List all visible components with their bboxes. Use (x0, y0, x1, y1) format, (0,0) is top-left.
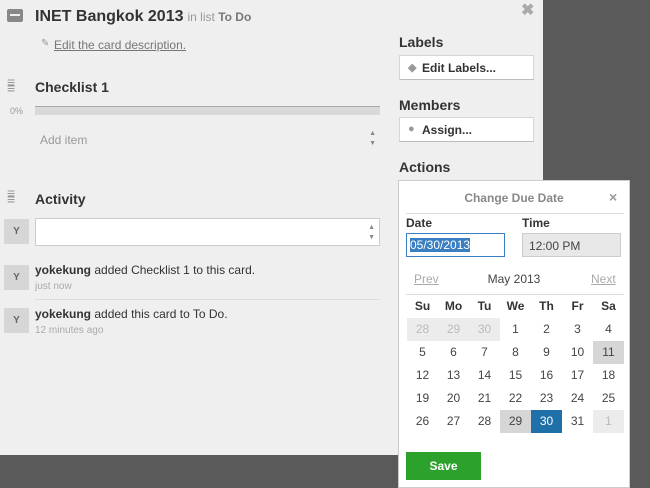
save-button[interactable]: Save (406, 452, 481, 480)
calendar-day[interactable]: 17 (562, 364, 593, 387)
activity-user[interactable]: yokekung (35, 263, 91, 277)
calendar-day[interactable]: 5 (407, 341, 438, 364)
avatar: Y (4, 219, 29, 244)
calendar-day[interactable]: 31 (562, 410, 593, 433)
next-month-link[interactable]: Next (591, 272, 616, 286)
checklist-progress-bar (35, 106, 380, 115)
activity-item: yokekung added this card to To Do. (35, 307, 228, 321)
assign-label: Assign... (422, 123, 473, 137)
add-item-placeholder: Add item (40, 133, 88, 147)
activity-item: yokekung added Checklist 1 to this card. (35, 263, 255, 277)
calendar-day[interactable]: 30 (531, 410, 562, 433)
add-item-input[interactable]: Add item ▲ ▼ (35, 126, 380, 154)
activity-time: 12 minutes ago (35, 325, 104, 336)
members-heading: Members (399, 97, 461, 113)
activity-user[interactable]: yokekung (35, 307, 91, 321)
calendar-day[interactable]: 12 (407, 364, 438, 387)
weekday-header: Tu (477, 299, 492, 313)
calendar-grid: Su Mo Tu We Th Fr Sa 28 29 30 1 2 3 4 5 6 7 8 9 10 11 12 13 14 1… (407, 295, 624, 434)
calendar-day[interactable]: 23 (531, 387, 562, 410)
calendar-day[interactable]: 21 (469, 387, 500, 410)
weekday-header: Su (414, 299, 431, 313)
date-input[interactable]: 05/30/2013 (406, 233, 505, 257)
calendar-day[interactable]: 27 (438, 410, 469, 433)
calendar-day[interactable]: 10 (562, 341, 593, 364)
comment-input[interactable]: ▲ ▼ (35, 218, 380, 246)
activity-text: added Checklist 1 to this card. (94, 263, 256, 277)
card-title-text: INET Bangkok 2013 (35, 8, 184, 25)
card-title[interactable]: INET Bangkok 2013 in list To Do (35, 8, 251, 26)
calendar-day[interactable]: 13 (438, 364, 469, 387)
calendar-day[interactable]: 26 (407, 410, 438, 433)
edit-labels-button[interactable]: ◆ Edit Labels... (399, 55, 534, 80)
calendar-day[interactable]: 16 (531, 364, 562, 387)
calendar-day[interactable]: 14 (469, 364, 500, 387)
calendar-day[interactable]: 28 (407, 318, 438, 341)
assign-button[interactable]: ● Assign... (399, 117, 534, 142)
divider (406, 213, 624, 214)
calendar-day[interactable]: 9 (531, 341, 562, 364)
pencil-icon: ✎ (41, 38, 50, 49)
calendar-day[interactable]: 30 (469, 318, 500, 341)
checklist-icon: ≡ ≡ (7, 74, 16, 96)
calendar-day[interactable]: 29 (438, 318, 469, 341)
activity-avatar[interactable]: Y (4, 265, 29, 290)
activity-title: Activity (35, 191, 86, 207)
calendar-day[interactable]: 22 (500, 387, 531, 410)
calendar-day[interactable]: 3 (562, 318, 593, 341)
scroll-arrows[interactable]: ▲ ▼ (368, 223, 375, 243)
calendar-day[interactable]: 6 (438, 341, 469, 364)
date-label: Date (406, 216, 433, 230)
card-icon (7, 9, 23, 22)
person-icon: ● (408, 123, 415, 135)
divider (35, 299, 380, 300)
time-label: Time (522, 216, 550, 230)
popup-close-icon[interactable]: × (609, 189, 617, 205)
calendar-day[interactable]: 1 (593, 410, 624, 433)
calendar-day[interactable]: 20 (438, 387, 469, 410)
weekday-header: Sa (601, 299, 616, 313)
calendar-day[interactable]: 19 (407, 387, 438, 410)
calendar-day[interactable]: 28 (469, 410, 500, 433)
calendar-day[interactable]: 7 (469, 341, 500, 364)
checklist-progress-label: 0% (10, 106, 24, 116)
calendar-day[interactable]: 2 (531, 318, 562, 341)
scroll-arrows[interactable]: ▲ ▼ (369, 129, 376, 149)
list-name-link[interactable]: To Do (218, 10, 251, 24)
weekday-header: We (506, 299, 525, 313)
close-icon[interactable]: ✖ (521, 0, 534, 20)
activity-text: added this card to To Do. (94, 307, 228, 321)
calendar-day[interactable]: 15 (500, 364, 531, 387)
calendar-day[interactable]: 8 (500, 341, 531, 364)
edit-description-link[interactable]: Edit the card description. (54, 38, 186, 52)
calendar-day[interactable]: 18 (593, 364, 624, 387)
actions-heading: Actions (399, 159, 451, 175)
calendar-day[interactable]: 24 (562, 387, 593, 410)
in-list-label: in list (187, 10, 215, 24)
date-value: 05/30/2013 (410, 238, 471, 252)
weekday-header: Mo (444, 299, 463, 313)
weekday-header: Fr (571, 299, 584, 313)
popup-title: Change Due Date (464, 191, 564, 205)
calendar-day[interactable]: 4 (593, 318, 624, 341)
change-due-date-popup: Change Due Date × Date Time 05/30/2013 1… (398, 180, 630, 488)
activity-icon: ≡ ≡ (7, 185, 16, 207)
weekday-header: Th (539, 299, 554, 313)
calendar-day[interactable]: 29 (500, 410, 531, 433)
calendar-day[interactable]: 11 (593, 341, 624, 364)
activity-time: just now (35, 281, 72, 292)
labels-heading: Labels (399, 34, 444, 50)
tag-icon: ◆ (408, 62, 417, 74)
edit-labels-label: Edit Labels... (422, 61, 497, 75)
activity-avatar[interactable]: Y (4, 308, 29, 333)
calendar-day[interactable]: 25 (593, 387, 624, 410)
time-input[interactable]: 12:00 PM (522, 233, 621, 257)
calendar-day[interactable]: 1 (500, 318, 531, 341)
checklist-title: Checklist 1 (35, 79, 109, 95)
